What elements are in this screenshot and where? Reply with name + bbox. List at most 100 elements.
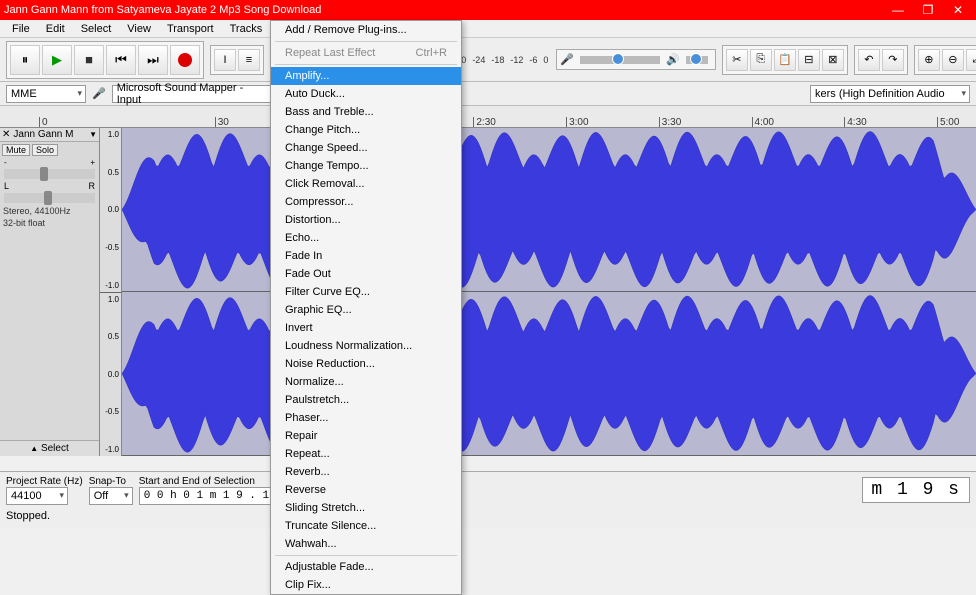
effect-item[interactable]: Invert xyxy=(271,319,461,337)
effect-item[interactable]: Paulstretch... xyxy=(271,391,461,409)
effect-item[interactable]: Sliding Stretch... xyxy=(271,499,461,517)
effect-item[interactable]: Auto Duck... xyxy=(271,85,461,103)
track-select-button[interactable]: ▲ Select xyxy=(0,440,99,456)
copy-button[interactable]: ⎘ xyxy=(750,49,772,71)
effect-item[interactable]: Compressor... xyxy=(271,193,461,211)
menu-file[interactable]: File xyxy=(4,21,38,37)
paste-button[interactable]: 📋 xyxy=(774,49,796,71)
menu-bar: FileEditSelectViewTransportTracksGenerat… xyxy=(0,20,976,38)
effect-item[interactable]: Wahwah... xyxy=(271,535,461,553)
effect-item[interactable]: Click Removal... xyxy=(271,175,461,193)
play-volume-slider[interactable] xyxy=(686,56,708,64)
effect-item[interactable]: Phaser... xyxy=(271,409,461,427)
effect-item[interactable]: Graphic EQ... xyxy=(271,301,461,319)
zoom-out-button[interactable]: ⊖ xyxy=(942,49,964,71)
minimize-button[interactable]: — xyxy=(892,4,904,16)
effect-item[interactable]: Echo... xyxy=(271,229,461,247)
effect-item[interactable]: Filter Curve EQ... xyxy=(271,283,461,301)
track-close-icon[interactable]: ✕ xyxy=(2,129,10,140)
redo-button[interactable]: ↷ xyxy=(882,49,904,71)
cut-button[interactable]: ✂ xyxy=(726,49,748,71)
ruler-tick: 3:30 xyxy=(659,117,681,127)
track-menu-icon[interactable]: ▼ xyxy=(89,130,97,139)
effect-item[interactable]: Bass and Treble... xyxy=(271,103,461,121)
effect-item[interactable]: Normalize... xyxy=(271,373,461,391)
toolbar: ⏸ ▶ ■ ⏮ ⏭ I ≡ Start Monitoring -18-12.-5… xyxy=(0,38,976,82)
skip-start-button[interactable]: ⏮ xyxy=(106,45,136,75)
window-title: Jann Gann Mann from Satyameva Jayate 2 M… xyxy=(4,4,892,16)
effect-item[interactable]: Reverb... xyxy=(271,463,461,481)
ruler-tick: 30 xyxy=(215,117,229,127)
track-format-line1: Stereo, 44100Hz xyxy=(0,205,99,217)
trim-button[interactable]: ⊟ xyxy=(798,49,820,71)
skip-end-button[interactable]: ⏭ xyxy=(138,45,168,75)
audio-position-field[interactable]: m 1 9 s xyxy=(862,477,970,503)
effect-item[interactable]: Change Speed... xyxy=(271,139,461,157)
transport-group: ⏸ ▶ ■ ⏮ ⏭ xyxy=(6,41,204,79)
menu-tracks[interactable]: Tracks xyxy=(222,21,271,37)
effect-item[interactable]: Fade Out xyxy=(271,265,461,283)
selection-tool[interactable]: I xyxy=(214,49,236,71)
effect-item[interactable]: Change Pitch... xyxy=(271,121,461,139)
effect-item[interactable]: Amplify... xyxy=(271,67,461,85)
silence-button[interactable]: ⊠ xyxy=(822,49,844,71)
effect-item[interactable]: Fade In xyxy=(271,247,461,265)
ruler-tick: 5:00 xyxy=(937,117,959,127)
effect-item[interactable]: Truncate Silence... xyxy=(271,517,461,535)
zoom-in-button[interactable]: ⊕ xyxy=(918,49,940,71)
stop-button[interactable]: ■ xyxy=(74,45,104,75)
input-device-dropdown[interactable]: Microsoft Sound Mapper - Input xyxy=(112,85,282,103)
volume-group: 🎤 🔊 xyxy=(556,49,715,70)
effect-item: Repeat Last EffectCtrl+R xyxy=(271,44,461,62)
effect-item[interactable]: Noise Reduction... xyxy=(271,355,461,373)
audio-host-dropdown[interactable]: MME xyxy=(6,85,86,103)
amplitude-scale-left: 1.00.50.0-0.5-1.0 xyxy=(100,128,122,292)
undo-button[interactable]: ↶ xyxy=(858,49,880,71)
tools-group: I ≡ xyxy=(210,45,264,75)
undo-group: ↶ ↷ xyxy=(854,45,908,75)
rec-volume-slider[interactable] xyxy=(580,56,660,64)
effect-item[interactable]: Change Tempo... xyxy=(271,157,461,175)
effect-item[interactable]: Repeat... xyxy=(271,445,461,463)
play-button[interactable]: ▶ xyxy=(42,45,72,75)
effect-item[interactable]: Repair xyxy=(271,427,461,445)
menu-select[interactable]: Select xyxy=(73,21,120,37)
effect-item[interactable]: Loudness Normalization... xyxy=(271,337,461,355)
effect-item[interactable]: Clip Fix... xyxy=(271,576,461,594)
status-text: Stopped. xyxy=(0,508,976,524)
effect-item[interactable]: Add / Remove Plug-ins... xyxy=(271,21,461,39)
fit-selection-button[interactable]: ⤢ xyxy=(966,49,976,71)
gain-slider[interactable] xyxy=(4,169,95,179)
maximize-button[interactable]: ❐ xyxy=(922,4,934,16)
track-control-panel[interactable]: ✕ Jann Gann M ▼ Mute Solo -+ LR Stereo, … xyxy=(0,128,100,456)
close-button[interactable]: ✕ xyxy=(952,4,964,16)
edit-group: ✂ ⎘ 📋 ⊟ ⊠ xyxy=(722,45,848,75)
mute-button[interactable]: Mute xyxy=(2,144,30,156)
output-device-dropdown[interactable]: kers (High Definition Audio xyxy=(810,85,970,103)
ruler-tick: 3:00 xyxy=(566,117,588,127)
waveform-left-channel[interactable] xyxy=(122,128,976,292)
track-name[interactable]: Jann Gann M xyxy=(13,129,73,140)
menu-transport[interactable]: Transport xyxy=(159,21,222,37)
menu-view[interactable]: View xyxy=(119,21,159,37)
timeline-ruler[interactable]: 0302:303:003:304:004:305:00 xyxy=(0,106,976,128)
menu-edit[interactable]: Edit xyxy=(38,21,73,37)
record-button[interactable] xyxy=(170,45,200,75)
effect-item[interactable]: Adjustable Fade... xyxy=(271,558,461,576)
pan-slider[interactable] xyxy=(4,193,95,203)
envelope-tool[interactable]: ≡ xyxy=(238,49,260,71)
mic-icon: 🎤 xyxy=(92,87,106,100)
effect-item[interactable]: Distortion... xyxy=(271,211,461,229)
waveform-right-channel[interactable] xyxy=(122,292,976,456)
ruler-tick: 4:30 xyxy=(844,117,866,127)
speaker-icon: 🔊 xyxy=(666,53,680,66)
effect-menu: Add / Remove Plug-ins... Repeat Last Effe… xyxy=(270,20,462,595)
project-rate-dropdown[interactable]: 44100 xyxy=(6,487,68,505)
snap-to-dropdown[interactable]: Off xyxy=(89,487,133,505)
pause-button[interactable]: ⏸ xyxy=(10,45,40,75)
ruler-tick: 4:00 xyxy=(752,117,774,127)
waveform-area[interactable] xyxy=(122,128,976,456)
effect-item[interactable]: Reverse xyxy=(271,481,461,499)
project-rate-label: Project Rate (Hz) xyxy=(6,476,83,487)
solo-button[interactable]: Solo xyxy=(32,144,58,156)
